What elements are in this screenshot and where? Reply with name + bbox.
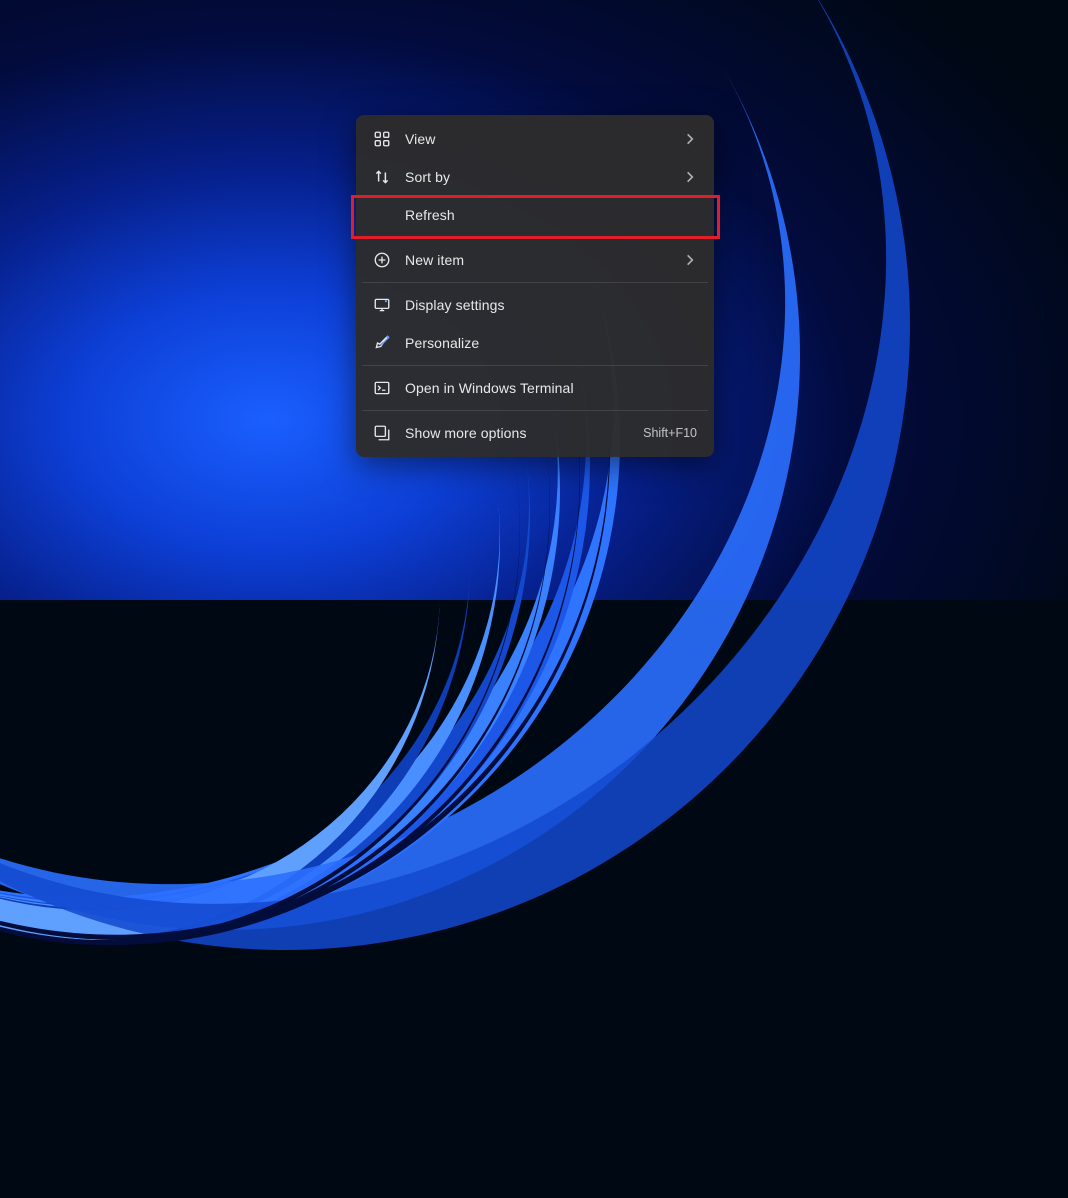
menu-label: Refresh [405, 207, 697, 223]
chevron-right-icon [683, 170, 697, 184]
blank-icon [373, 206, 391, 224]
menu-label: Sort by [405, 169, 683, 185]
menu-shortcut: Shift+F10 [643, 426, 697, 440]
menu-label: New item [405, 252, 683, 268]
menu-item-view[interactable]: View [361, 120, 709, 158]
menu-item-display-settings[interactable]: Display settings [361, 286, 709, 324]
menu-item-terminal[interactable]: Open in Windows Terminal [361, 369, 709, 407]
menu-divider [362, 410, 708, 411]
menu-divider [362, 237, 708, 238]
menu-item-more-options[interactable]: Show more options Shift+F10 [361, 414, 709, 452]
menu-divider [362, 365, 708, 366]
terminal-icon [373, 379, 391, 397]
menu-label: Open in Windows Terminal [405, 380, 697, 396]
sort-icon [373, 168, 391, 186]
menu-item-personalize[interactable]: Personalize [361, 324, 709, 362]
brush-icon [373, 334, 391, 352]
chevron-right-icon [683, 132, 697, 146]
plus-circle-icon [373, 251, 391, 269]
display-icon [373, 296, 391, 314]
menu-item-refresh[interactable]: Refresh [361, 196, 709, 234]
desktop-context-menu: View Sort by Refresh New item [356, 115, 714, 457]
menu-label: Display settings [405, 297, 697, 313]
more-options-icon [373, 424, 391, 442]
menu-item-new[interactable]: New item [361, 241, 709, 279]
chevron-right-icon [683, 253, 697, 267]
menu-item-sort-by[interactable]: Sort by [361, 158, 709, 196]
grid-icon [373, 130, 391, 148]
menu-divider [362, 282, 708, 283]
menu-label: Show more options [405, 425, 643, 441]
menu-label: View [405, 131, 683, 147]
menu-label: Personalize [405, 335, 697, 351]
